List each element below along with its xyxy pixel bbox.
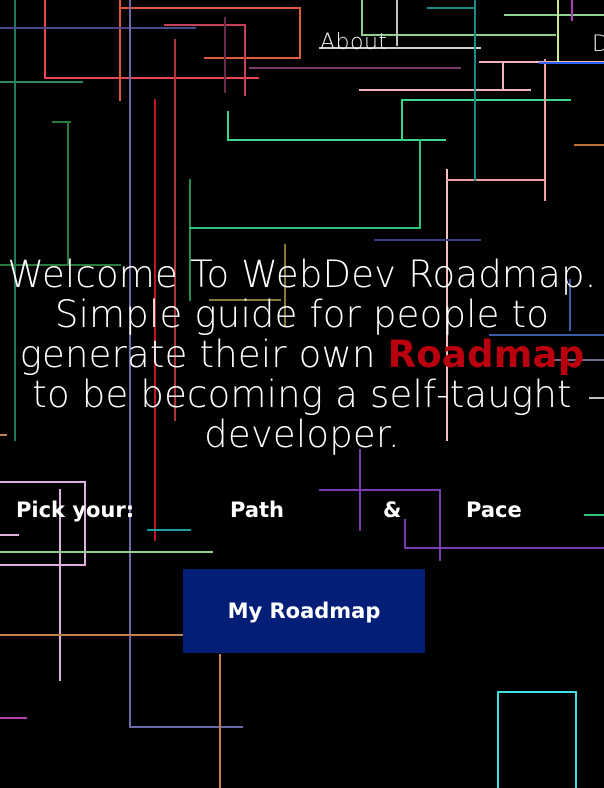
picker-prefix-label: Pick your: xyxy=(16,498,135,522)
hero-title-accent: Roadmap xyxy=(387,333,585,376)
my-roadmap-button[interactable]: My Roadmap xyxy=(183,569,425,653)
picker-joiner: & xyxy=(383,498,402,522)
hero-title: Welcome To WebDev Roadmap. Simple guide … xyxy=(0,255,604,455)
hero-title-outro: to be becoming a self-taught developer. xyxy=(32,373,572,456)
pace-selector[interactable]: Pace xyxy=(466,498,522,522)
nav-link-clipped[interactable]: D xyxy=(592,32,604,57)
nav-link-about[interactable]: About xyxy=(320,30,388,55)
roadmap-picker: Pick your: Path & Pace xyxy=(0,494,604,530)
path-selector[interactable]: Path xyxy=(230,498,284,522)
top-nav: About D xyxy=(0,30,604,60)
